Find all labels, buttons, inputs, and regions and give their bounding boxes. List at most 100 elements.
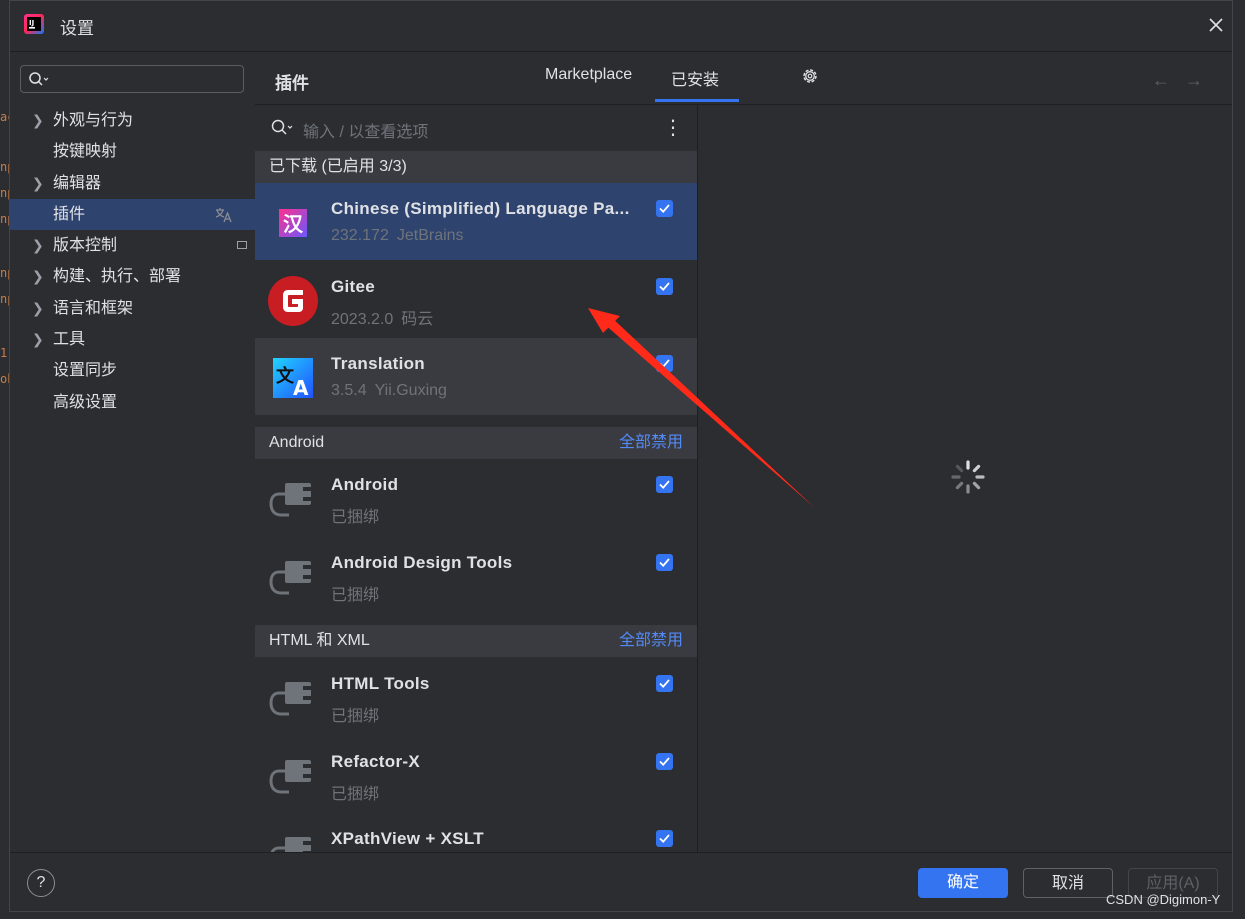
nav-item-version-control[interactable]: ❯ 版本控制 <box>10 230 255 261</box>
svg-text:汉: 汉 <box>283 212 304 236</box>
plugin-vendor: Yii.Guxing <box>374 382 447 399</box>
translation-icon: 文 A <box>273 358 313 400</box>
plugin-item-xpathview[interactable]: XPathView + XSLT <box>255 813 697 852</box>
plugin-list-pane: 输入 / 以查看选项 ⋮ 已下载 (已启用 3/3) 汉 Chinese (Si… <box>255 105 698 852</box>
plugin-meta: 已捆绑 <box>331 702 379 726</box>
tab-installed[interactable]: 已安装 <box>671 66 719 90</box>
nav-item-label: 编辑器 <box>53 174 102 192</box>
nav-item-tools[interactable]: ❯ 工具 <box>10 324 255 355</box>
nav-item-keymap[interactable]: 按键映射 <box>10 136 255 167</box>
back-arrow-icon[interactable]: ← <box>1152 70 1170 91</box>
group-header-android: Android 全部禁用 <box>255 427 697 459</box>
nav-item-label: 外观与行为 <box>53 112 134 129</box>
group-name: HTML 和 XML <box>269 632 370 649</box>
project-level-icon <box>237 241 247 250</box>
plugin-meta: 已捆绑 <box>331 780 379 804</box>
intellij-idea-icon: IJ <box>24 14 44 34</box>
checkmark-icon <box>659 757 670 767</box>
nav-search-input[interactable] <box>20 65 244 93</box>
checkmark-icon <box>659 480 670 490</box>
disable-all-link[interactable]: 全部禁用 <box>619 625 683 657</box>
gitee-icon <box>268 276 318 326</box>
chevron-right-icon: ❯ <box>32 112 44 128</box>
ok-button[interactable]: 确定 <box>918 868 1008 898</box>
plug-icon <box>269 682 313 716</box>
chevron-right-icon: ❯ <box>32 331 44 348</box>
plugin-vendor: JetBrains <box>396 227 464 244</box>
nav-item-advanced[interactable]: 高级设置 <box>10 387 255 418</box>
plugin-version: 232.172 <box>331 227 389 244</box>
nav-item-label: 插件 <box>53 205 86 223</box>
plugin-search-input[interactable]: 输入 / 以查看选项 ⋮ <box>255 105 697 151</box>
page-title: 插件 <box>275 74 309 93</box>
plugin-enabled-checkbox[interactable] <box>656 200 673 217</box>
background-ide-edge-right <box>1233 0 1245 919</box>
gear-icon[interactable] <box>800 66 820 86</box>
window-title: 设置 <box>60 19 94 38</box>
nav-item-plugins[interactable]: 插件 <box>10 198 255 231</box>
plugin-enabled-checkbox[interactable] <box>656 554 673 571</box>
search-icon <box>29 72 49 86</box>
loading-spinner-icon <box>951 460 985 494</box>
plugin-meta: 232.172 JetBrains <box>331 227 464 245</box>
group-name: 已下载 (已启用 3/3) <box>269 158 407 175</box>
settings-nav: ❯ 外观与行为 按键映射 ❯ 编辑器 插件 ❯ 版本控制 ❯ 构建、执行、部署 … <box>10 52 255 852</box>
disable-all-link[interactable]: 全部禁用 <box>619 427 683 459</box>
chevron-right-icon: ❯ <box>32 268 44 285</box>
plugin-meta: 已捆绑 <box>331 503 379 527</box>
plugin-search-placeholder: 输入 / 以查看选项 <box>303 124 429 141</box>
plugin-enabled-checkbox[interactable] <box>656 476 673 493</box>
checkmark-icon <box>659 282 670 292</box>
plugin-item-android[interactable]: Android 已捆绑 <box>255 459 697 536</box>
plugin-enabled-checkbox[interactable] <box>656 675 673 692</box>
plug-icon <box>270 837 313 852</box>
plugin-enabled-checkbox[interactable] <box>656 830 673 847</box>
plugin-item-gitee[interactable]: Gitee 2023.2.0 码云 <box>255 261 697 338</box>
nav-tree: ❯ 外观与行为 按键映射 ❯ 编辑器 插件 ❯ 版本控制 ❯ 构建、执行、部署 … <box>10 105 255 418</box>
plugin-item-html-tools[interactable]: HTML Tools 已捆绑 <box>255 658 697 735</box>
nav-item-appearance[interactable]: ❯ 外观与行为 <box>10 105 255 136</box>
cancel-button[interactable]: 取消 <box>1023 868 1113 898</box>
nav-item-label: 构建、执行、部署 <box>53 268 182 286</box>
plugin-enabled-checkbox[interactable] <box>656 278 673 295</box>
group-header-html-xml: HTML 和 XML 全部禁用 <box>255 625 697 657</box>
plug-icon <box>269 760 313 794</box>
plugin-vendor: 已捆绑 <box>331 509 380 526</box>
plugin-enabled-checkbox[interactable] <box>656 753 673 770</box>
nav-item-editor[interactable]: ❯ 编辑器 <box>10 168 255 199</box>
more-options-icon[interactable]: ⋮ <box>663 115 683 140</box>
tab-marketplace[interactable]: Marketplace <box>545 66 632 84</box>
chevron-right-icon: ❯ <box>32 237 44 254</box>
close-icon[interactable] <box>1206 15 1226 35</box>
forward-arrow-icon[interactable]: → <box>1185 70 1203 91</box>
plugin-enabled-checkbox[interactable] <box>656 355 673 372</box>
translate-icon <box>215 207 232 223</box>
plugin-item-translation[interactable]: 文 A Translation 3.5.4 Yii.Guxing <box>255 338 697 415</box>
plugin-vendor: 已捆绑 <box>331 708 380 725</box>
nav-item-build[interactable]: ❯ 构建、执行、部署 <box>10 261 255 292</box>
checkmark-icon <box>659 359 670 369</box>
plugin-name: Gitee <box>331 277 376 296</box>
help-button[interactable]: ? <box>27 869 55 897</box>
nav-item-languages[interactable]: ❯ 语言和框架 <box>10 293 255 324</box>
group-header-downloaded: 已下载 (已启用 3/3) <box>255 151 697 183</box>
nav-item-label: 工具 <box>53 331 86 349</box>
plugin-item-refactor-x[interactable]: Refactor-X 已捆绑 <box>255 736 697 813</box>
checkmark-icon <box>659 204 670 214</box>
chinese-language-icon: 汉 <box>279 209 307 237</box>
plugin-version: 3.5.4 <box>331 382 367 399</box>
plugin-version: 2023.2.0 <box>331 311 394 328</box>
plugin-item-android-design-tools[interactable]: Android Design Tools 已捆绑 <box>255 537 697 614</box>
plugin-item-chinese[interactable]: 汉 Chinese (Simplified) Language Pa... 23… <box>255 183 697 260</box>
nav-item-label: 高级设置 <box>53 393 118 411</box>
dialog-footer: ? 确定 取消 应用(A) <box>10 852 1232 913</box>
plugin-name: HTML Tools <box>331 674 430 693</box>
background-ide-edge-bottom <box>0 912 1245 919</box>
search-icon <box>271 119 293 135</box>
nav-item-settings-sync[interactable]: 设置同步 <box>10 355 255 386</box>
plug-icon <box>269 561 313 595</box>
plugin-vendor: 已捆绑 <box>331 587 380 604</box>
plugin-name: Translation <box>331 354 425 373</box>
checkmark-icon <box>659 558 670 568</box>
nav-item-label: 按键映射 <box>53 143 118 161</box>
